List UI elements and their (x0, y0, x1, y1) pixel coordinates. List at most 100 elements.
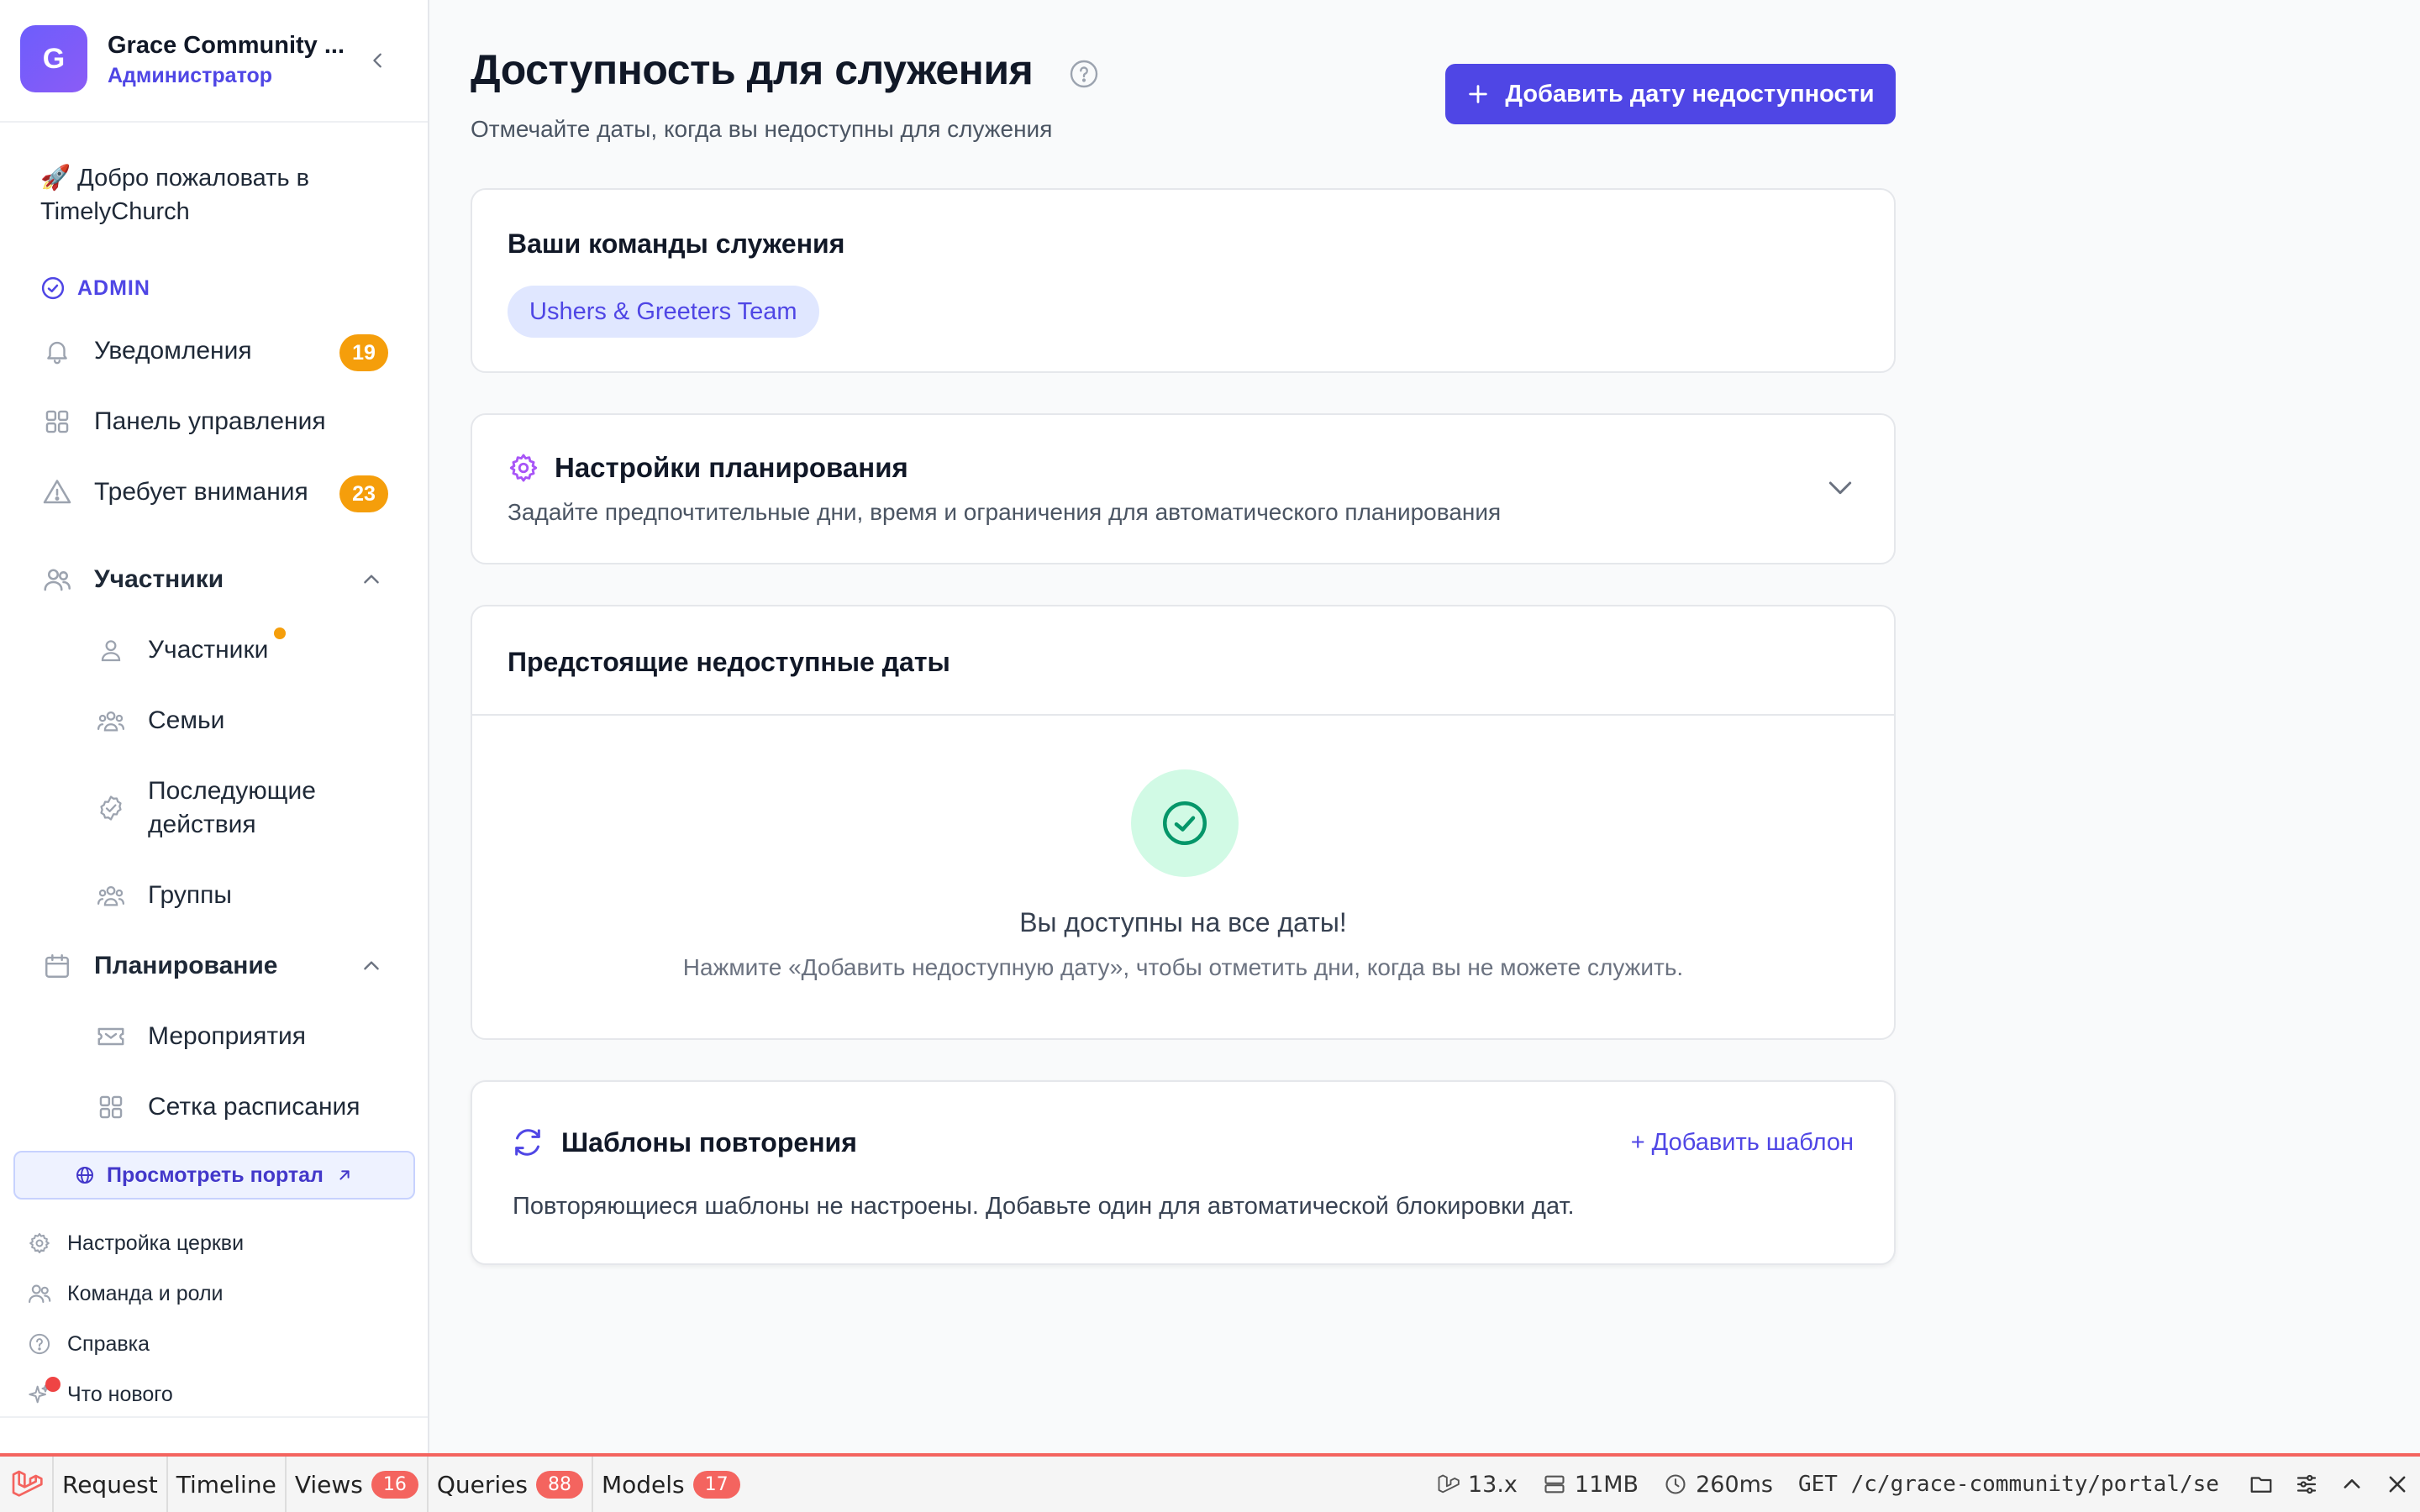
debug-tab-views[interactable]: Views 16 (287, 1457, 429, 1512)
debug-version: 13.x (1436, 1472, 1518, 1498)
debug-memory: 11MB (1543, 1472, 1639, 1498)
sidebar-group-label: Планирование (94, 952, 278, 979)
debug-tab-queries[interactable]: Queries 88 (429, 1457, 593, 1512)
add-pattern-link[interactable]: + Добавить шаблон (1631, 1129, 1854, 1157)
footer-link-label: Команда и роли (67, 1281, 224, 1305)
debug-time: 260ms (1664, 1472, 1773, 1498)
warning-icon (40, 475, 74, 509)
card-title: Предстоящие недоступные даты (508, 647, 950, 677)
admin-label-text: ADMIN (77, 276, 150, 300)
view-portal-label: Просмотреть портал (107, 1163, 324, 1187)
check-circle-icon (1163, 801, 1207, 845)
debug-tab-label: Request (62, 1470, 158, 1499)
empty-state-badge (1131, 769, 1239, 877)
admin-section-label: ADMIN (40, 276, 150, 301)
org-name: Grace Community ... (108, 32, 345, 59)
group-icon (94, 879, 128, 912)
debug-tab-timeline[interactable]: Timeline (168, 1457, 287, 1512)
add-unavailable-date-button[interactable]: Добавить дату недоступности (1445, 64, 1896, 124)
gear-icon (27, 1231, 52, 1256)
folder-icon[interactable] (2238, 1457, 2284, 1512)
sidebar-item-dashboard[interactable]: Панель управления (40, 396, 393, 447)
footer-link-church-settings[interactable]: Настройка церкви (27, 1226, 244, 1260)
sidebar-item-label: Группы (148, 881, 232, 909)
whats-new-indicator-dot (45, 1377, 60, 1392)
org-avatar: G (20, 25, 87, 92)
scheduling-settings-card[interactable]: Настройки планирования Задайте предпочти… (471, 413, 1896, 564)
card-description: Задайте предпочтительные дни, время и ог… (508, 499, 1502, 525)
footer-link-whats-new[interactable]: Что нового (27, 1377, 173, 1411)
debug-tab-badge: 16 (371, 1470, 418, 1499)
check-circle-icon (41, 276, 65, 300)
upcoming-unavailable-dates-card: Предстоящие недоступные даты Вы доступны… (471, 605, 1896, 1040)
sidebar-group-members[interactable]: Участники (40, 554, 393, 605)
card-title: Настройки планирования (555, 452, 908, 483)
team-chip[interactable]: Ushers & Greeters Team (508, 286, 819, 338)
footer-link-label: Настройка церкви (67, 1231, 245, 1255)
sidebar-item-events[interactable]: Мероприятия (94, 1011, 393, 1062)
sidebar-item-schedule-grid[interactable]: Сетка расписания (94, 1082, 393, 1132)
chevron-up-icon[interactable] (356, 951, 387, 981)
users-icon (40, 563, 74, 596)
sidebar: G Grace Community ... Администратор 🚀 До… (0, 0, 429, 1453)
sparkle-icon (27, 1377, 60, 1407)
notifications-badge: 19 (339, 334, 388, 371)
debug-memory-text: 11MB (1574, 1471, 1639, 1498)
page-subtitle: Отмечайте даты, когда вы недоступны для … (471, 116, 1053, 142)
settings-sliders-icon[interactable] (2284, 1457, 2329, 1512)
plus-icon (1469, 85, 1488, 103)
sidebar-item-attention[interactable]: Требует внимания 23 (40, 467, 393, 517)
sidebar-item-groups[interactable]: Группы (94, 870, 393, 921)
close-icon[interactable] (2375, 1457, 2420, 1512)
clock-icon (1665, 1474, 1686, 1494)
footer-link-help[interactable]: Справка (27, 1327, 150, 1361)
attention-badge: 23 (339, 475, 388, 512)
sidebar-group-label: Участники (94, 565, 224, 593)
org-header[interactable]: G Grace Community ... Администратор (0, 0, 428, 123)
sidebar-item-label: Уведомления (94, 337, 252, 365)
welcome-message[interactable]: 🚀 Добро пожаловать в TimelyChurch (40, 161, 393, 228)
collapse-sidebar-button[interactable] (363, 45, 393, 76)
footer-link-team-roles[interactable]: Команда и роли (27, 1277, 224, 1310)
sidebar-item-label: Панель управления (94, 407, 326, 435)
chevron-up-icon[interactable] (2329, 1457, 2375, 1512)
sidebar-footer: Просмотреть портал Настройка церкви Кома… (0, 1134, 428, 1411)
view-portal-button[interactable]: Просмотреть портал (13, 1151, 415, 1200)
ticket-icon (94, 1020, 128, 1053)
empty-state-description: Нажмите «Добавить недоступную дату», что… (682, 954, 1684, 980)
recurring-patterns-card: Шаблоны повторения + Добавить шаблон Пов… (471, 1080, 1896, 1265)
external-link-icon (339, 1170, 350, 1180)
sidebar-item-label: Сетка расписания (148, 1093, 360, 1121)
ministry-teams-card: Ваши команды служения Ushers & Greeters … (471, 188, 1896, 373)
help-icon[interactable] (1069, 59, 1099, 89)
sidebar-divider (0, 1416, 428, 1418)
sidebar-group-planning[interactable]: Планирование (40, 941, 393, 991)
debug-tab-label: Timeline (176, 1470, 276, 1499)
sidebar-item-notifications[interactable]: Уведомления 19 (40, 326, 393, 376)
page-title: Доступность для служения (471, 46, 1034, 93)
empty-state-title: Вы доступны на все даты! (1019, 907, 1347, 937)
sidebar-item-label: Последующие действия (148, 777, 316, 838)
sidebar-item-label: Семьи (148, 706, 225, 734)
debug-tab-models[interactable]: Models 17 (593, 1457, 749, 1512)
debug-tab-request[interactable]: Request (54, 1457, 168, 1512)
chevron-up-icon[interactable] (356, 564, 387, 595)
sidebar-item-label: Участники (148, 636, 269, 664)
sidebar-item-families[interactable]: Семьи (94, 696, 393, 746)
check-circle-icon (94, 791, 128, 825)
sidebar-item-label: Мероприятия (148, 1022, 307, 1050)
family-icon (94, 704, 128, 738)
gear-icon (508, 452, 539, 484)
sidebar-item-members[interactable]: Участники (94, 625, 393, 675)
debug-tab-label: Models (601, 1470, 685, 1499)
chevron-down-icon[interactable] (1823, 470, 1857, 504)
sidebar-item-follow-ups[interactable]: Последующие действия (94, 774, 393, 842)
laravel-logo-icon[interactable] (0, 1457, 54, 1512)
sidebar-item-label: Требует внимания (94, 478, 308, 506)
footer-link-label: Что нового (67, 1382, 173, 1406)
grid-icon (94, 1090, 128, 1124)
card-divider (472, 714, 1894, 716)
add-unavailable-date-label: Добавить дату недоступности (1505, 80, 1875, 108)
debug-request-url[interactable]: GET /c/grace-community/portal/ser… (1798, 1472, 2218, 1497)
refresh-icon (511, 1126, 544, 1159)
